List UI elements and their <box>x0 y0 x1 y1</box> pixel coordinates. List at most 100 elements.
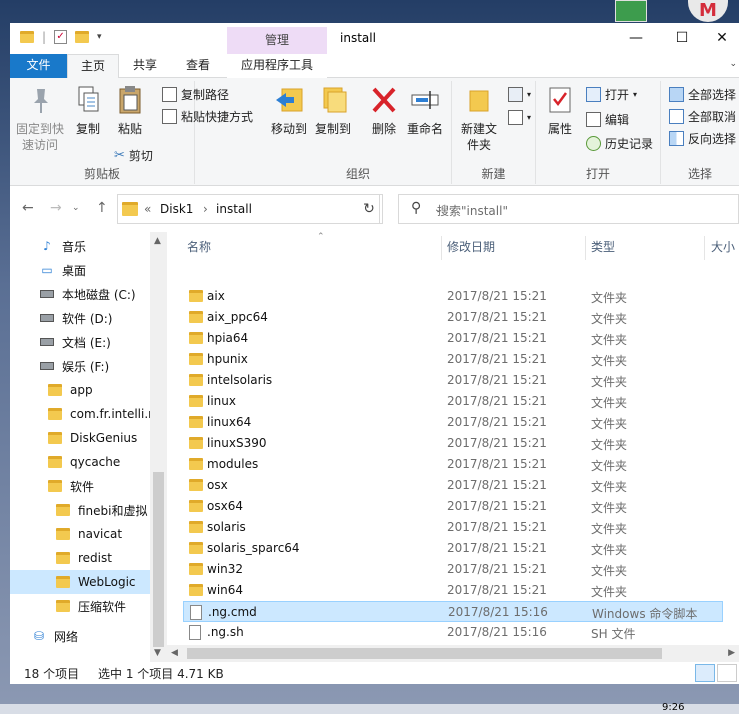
nav-item[interactable]: qycache <box>10 450 150 474</box>
column-divider[interactable] <box>585 236 586 260</box>
column-header-date[interactable]: 修改日期 <box>447 236 495 258</box>
new-item-button[interactable]: ▾ <box>508 87 531 102</box>
nav-item[interactable]: DiskGenius <box>10 426 150 450</box>
column-divider[interactable] <box>704 236 705 260</box>
copy-path-button[interactable]: 复制路径 <box>162 86 229 103</box>
history-button[interactable]: 历史记录 <box>586 135 653 152</box>
file-name: modules <box>207 457 259 471</box>
file-name: win64 <box>207 583 244 597</box>
scroll-right-icon[interactable]: ▶ <box>728 648 735 658</box>
table-row[interactable]: aix 2017/8/21 15:21 文件夹 <box>183 286 723 307</box>
select-none-button[interactable]: 全部取消 <box>669 108 736 125</box>
scrollbar-thumb[interactable] <box>153 472 164 647</box>
cut-button[interactable]: ✂ 剪切 <box>114 147 153 164</box>
nav-item[interactable]: ♪ 音乐 <box>10 234 150 258</box>
tab-view[interactable]: 查看 <box>173 54 223 78</box>
scroll-left-icon[interactable]: ◀ <box>171 648 178 658</box>
pin-quick-access-button[interactable]: 固定到快速访问 <box>16 85 66 153</box>
horizontal-scrollbar[interactable]: ◀ ▶ <box>167 645 739 662</box>
nav-item[interactable]: 软件 (D:) <box>10 306 150 330</box>
breadcrumb-disk1[interactable]: Disk1 <box>160 202 193 216</box>
up-arrow-icon[interactable]: ↑ <box>96 200 108 216</box>
nav-item[interactable]: finebi和虚拟 <box>10 498 150 522</box>
scroll-down-icon[interactable]: ▼ <box>154 648 161 658</box>
table-row[interactable]: osx 2017/8/21 15:21 文件夹 <box>183 475 723 496</box>
table-row[interactable]: linuxS390 2017/8/21 15:21 文件夹 <box>183 433 723 454</box>
new-folder-quick-icon[interactable] <box>75 31 90 43</box>
breadcrumb-overflow[interactable]: « <box>144 202 151 216</box>
desktop-app-icon[interactable] <box>615 0 647 22</box>
paste-button[interactable]: 粘贴 <box>110 85 150 137</box>
table-row[interactable]: aix_ppc64 2017/8/21 15:21 文件夹 <box>183 307 723 328</box>
chevron-down-icon[interactable]: ▾ <box>97 32 102 42</box>
nav-scrollbar[interactable]: ▲ ▼ <box>150 232 167 662</box>
table-row[interactable]: solaris_sparc64 2017/8/21 15:21 文件夹 <box>183 538 723 559</box>
details-view-button[interactable] <box>695 664 715 682</box>
table-row[interactable]: linux 2017/8/21 15:21 文件夹 <box>183 391 723 412</box>
nav-item[interactable]: 娱乐 (F:) <box>10 354 150 378</box>
nav-item[interactable]: 压缩软件 <box>10 594 150 618</box>
table-row[interactable]: modules 2017/8/21 15:21 文件夹 <box>183 454 723 475</box>
nav-item[interactable]: WebLogic <box>10 570 150 594</box>
delete-button[interactable]: 删除 <box>369 85 399 137</box>
table-row[interactable]: intelsolaris 2017/8/21 15:21 文件夹 <box>183 370 723 391</box>
column-header-size[interactable]: 大小 <box>711 236 735 258</box>
table-row[interactable]: linux64 2017/8/21 15:21 文件夹 <box>183 412 723 433</box>
edit-button[interactable]: 编辑 <box>586 111 629 128</box>
table-row[interactable]: win32 2017/8/21 15:21 文件夹 <box>183 559 723 580</box>
scroll-up-icon[interactable]: ▲ <box>154 236 161 246</box>
nav-item[interactable]: 软件 <box>10 474 150 498</box>
copy-button[interactable]: 复制 <box>70 85 106 137</box>
invert-selection-button[interactable]: 反向选择 <box>669 130 736 147</box>
column-header-name[interactable]: 名称 <box>187 236 211 258</box>
open-button[interactable]: 打开 ▾ <box>586 86 637 103</box>
expand-ribbon-icon[interactable]: ⌄ <box>729 59 737 69</box>
nav-item[interactable]: 本地磁盘 (C:) <box>10 282 150 306</box>
nav-item[interactable]: redist <box>10 546 150 570</box>
tab-home[interactable]: 主页 <box>67 54 119 79</box>
move-to-button[interactable]: 移动到 <box>269 85 309 137</box>
nav-item[interactable]: ▭ 桌面 <box>10 258 150 282</box>
table-row[interactable]: hpunix 2017/8/21 15:21 文件夹 <box>183 349 723 370</box>
tab-share[interactable]: 共享 <box>120 54 170 78</box>
desktop-app-icon[interactable]: M <box>688 0 728 22</box>
properties-quick-icon[interactable]: ✓ <box>54 30 68 44</box>
nav-item[interactable]: navicat <box>10 522 150 546</box>
tab-app-tools[interactable]: 应用程序工具 <box>227 54 327 78</box>
copy-to-button[interactable]: 复制到 <box>313 85 353 137</box>
table-row[interactable]: osx64 2017/8/21 15:21 文件夹 <box>183 496 723 517</box>
column-divider[interactable] <box>441 236 442 260</box>
recent-locations-chevron-icon[interactable]: ⌄ <box>72 203 80 213</box>
search-box[interactable]: ⚲ 搜索"install" <box>398 194 739 224</box>
scrollbar-thumb[interactable] <box>187 648 662 659</box>
paste-shortcut-button[interactable]: 粘贴快捷方式 <box>162 108 253 125</box>
large-icons-view-button[interactable] <box>717 664 737 682</box>
refresh-button[interactable]: ↻ <box>356 194 383 224</box>
new-folder-button[interactable]: 新建文件夹 <box>456 85 502 153</box>
file-name: linux <box>207 394 236 408</box>
select-all-button[interactable]: 全部选择 <box>669 86 736 103</box>
table-row[interactable]: solaris 2017/8/21 15:21 文件夹 <box>183 517 723 538</box>
tab-file[interactable]: 文件 <box>10 54 67 78</box>
breadcrumb-install[interactable]: install <box>216 202 252 216</box>
maximize-button[interactable]: ☐ <box>659 23 705 54</box>
nav-item[interactable]: com.fr.intelli.r <box>10 402 150 426</box>
nav-item[interactable]: app <box>10 378 150 402</box>
properties-button[interactable]: 属性 <box>540 85 580 137</box>
rename-button[interactable]: 重命名 <box>403 85 447 137</box>
address-bar[interactable]: « Disk1 › install ⌄ <box>117 194 442 224</box>
table-row[interactable]: .ng.cmd 2017/8/21 15:16 Windows 命令脚本 <box>183 601 723 622</box>
easy-access-button[interactable]: ▾ <box>508 110 531 125</box>
taskbar <box>0 704 739 714</box>
table-row[interactable]: win64 2017/8/21 15:21 文件夹 <box>183 580 723 601</box>
close-button[interactable]: ✕ <box>705 23 739 54</box>
table-row[interactable]: hpia64 2017/8/21 15:21 文件夹 <box>183 328 723 349</box>
back-arrow-icon[interactable]: ← <box>22 200 34 216</box>
file-type: 文件夹 <box>591 501 628 515</box>
table-row[interactable]: .ng.sh 2017/8/21 15:16 SH 文件 <box>183 622 723 643</box>
forward-arrow-icon[interactable]: → <box>50 200 62 216</box>
minimize-button[interactable]: — <box>613 23 659 54</box>
nav-item[interactable]: ⛁ 网络 <box>10 624 150 648</box>
column-header-type[interactable]: 类型 <box>591 236 615 258</box>
nav-item[interactable]: 文档 (E:) <box>10 330 150 354</box>
